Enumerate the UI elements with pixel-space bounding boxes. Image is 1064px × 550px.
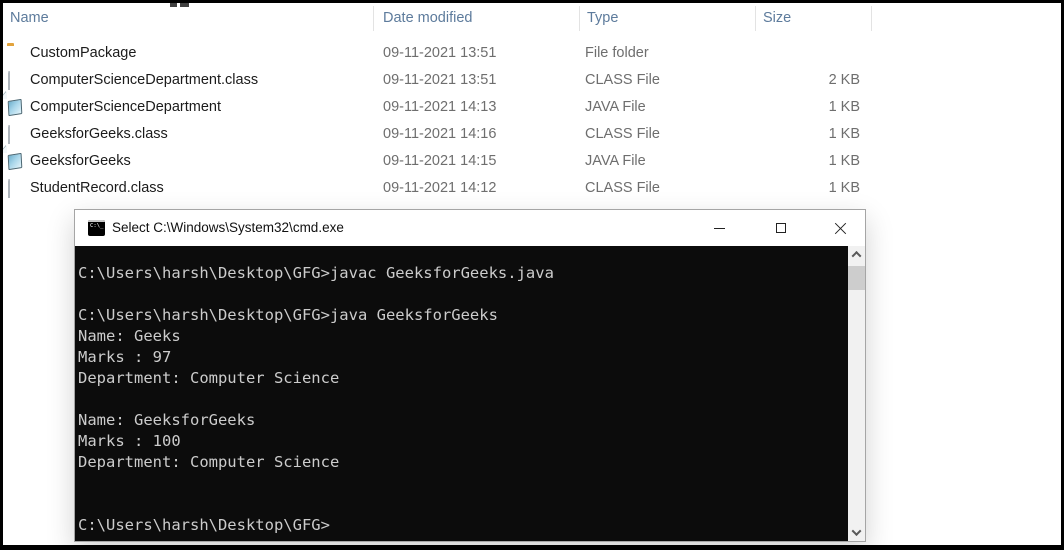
file-date-modified: 09-11-2021 13:51	[383, 45, 497, 61]
explorer-column-headers: Name Date modified Type Size	[3, 3, 1061, 34]
maximize-icon	[776, 223, 786, 233]
terminal-line: Name: GeeksforGeeks	[78, 411, 256, 429]
terminal-line: Marks : 100	[78, 432, 181, 450]
file-size: 1 KB	[828, 126, 860, 142]
file-icon	[7, 71, 25, 90]
file-list: CustomPackage 09-11-2021 13:51 File fold…	[3, 40, 1061, 202]
screenshot-frame: Name Date modified Type Size CustomPacka…	[0, 0, 1064, 550]
file-type: CLASS File	[585, 180, 660, 196]
file-type: File folder	[585, 45, 649, 61]
scrollbar-thumb[interactable]	[848, 266, 865, 290]
file-icon	[7, 125, 25, 144]
cmd-icon: C:\_	[88, 220, 105, 236]
table-row[interactable]: GeeksforGeeks.class 09-11-2021 14:16 CLA…	[3, 121, 1061, 148]
file-size	[738, 40, 860, 67]
chevron-up-icon	[851, 250, 862, 261]
chevron-down-icon	[851, 526, 862, 537]
file-date-modified: 09-11-2021 14:13	[383, 99, 497, 115]
column-header-date-modified[interactable]: Date modified	[383, 3, 472, 34]
column-divider	[871, 6, 872, 31]
file-icon	[7, 179, 25, 198]
maximize-button[interactable]	[758, 210, 804, 246]
file-date-modified: 09-11-2021 14:16	[383, 126, 497, 142]
minimize-button[interactable]	[696, 210, 742, 246]
console-body: C:\Users\harsh\Desktop\GFG>javac Geeksfo…	[75, 246, 865, 541]
scroll-up-button[interactable]	[848, 246, 865, 263]
file-type: JAVA File	[585, 153, 646, 169]
file-type: CLASS File	[585, 72, 660, 88]
file-date-modified: 09-11-2021 14:15	[383, 153, 497, 169]
column-header-type[interactable]: Type	[587, 3, 618, 34]
scroll-down-button[interactable]	[848, 524, 865, 541]
terminal-line: Marks : 97	[78, 348, 172, 366]
terminal-line: Department: Computer Science	[78, 453, 340, 471]
file-name: GeeksforGeeks.class	[30, 126, 168, 142]
file-size: 1 KB	[828, 153, 860, 169]
file-type: JAVA File	[585, 99, 646, 115]
table-row[interactable]: ComputerScienceDepartment 09-11-2021 14:…	[3, 91, 1061, 121]
column-divider	[373, 6, 374, 31]
column-header-size[interactable]: Size	[763, 3, 791, 34]
java-book-icon	[3, 91, 25, 117]
table-row[interactable]: StudentRecord.class 09-11-2021 14:12 CLA…	[3, 175, 1061, 202]
scrollbar[interactable]	[848, 246, 865, 541]
file-size: 2 KB	[828, 72, 860, 88]
file-date-modified: 09-11-2021 13:51	[383, 72, 497, 88]
minimize-icon	[713, 227, 725, 229]
file-type: CLASS File	[585, 126, 660, 142]
column-divider	[755, 6, 756, 31]
folder-icon	[7, 45, 25, 62]
terminal-line: C:\Users\harsh\Desktop\GFG>javac Geeksfo…	[78, 264, 554, 282]
file-name: ComputerScienceDepartment	[30, 99, 222, 115]
file-name: GeeksforGeeks	[30, 153, 131, 169]
console-title-bar[interactable]: C:\_ Select C:\Windows\System32\cmd.exe	[75, 210, 865, 246]
column-header-name[interactable]: Name	[10, 3, 49, 34]
terminal-line: Department: Computer Science	[78, 369, 340, 387]
cmd-window: C:\_ Select C:\Windows\System32\cmd.exe …	[74, 209, 866, 542]
window-title: Select C:\Windows\System32\cmd.exe	[112, 220, 344, 235]
file-size: 1 KB	[828, 99, 860, 115]
file-size: 1 KB	[828, 180, 860, 196]
table-row[interactable]: ComputerScienceDepartment.class 09-11-20…	[3, 67, 1061, 94]
terminal-output[interactable]: C:\Users\harsh\Desktop\GFG>javac Geeksfo…	[75, 246, 848, 541]
file-name: ComputerScienceDepartment.class	[30, 72, 259, 88]
table-row[interactable]: GeeksforGeeks 09-11-2021 14:15 JAVA File…	[3, 145, 1061, 175]
file-date-modified: 09-11-2021 14:12	[383, 180, 497, 196]
terminal-line: Name: Geeks	[78, 327, 181, 345]
close-button[interactable]	[817, 210, 863, 246]
terminal-line: C:\Users\harsh\Desktop\GFG>	[78, 516, 330, 534]
java-book-icon	[3, 145, 25, 171]
file-name: StudentRecord.class	[30, 180, 164, 196]
column-divider	[579, 6, 580, 31]
terminal-line: C:\Users\harsh\Desktop\GFG>java Geeksfor…	[78, 306, 498, 324]
table-row[interactable]: CustomPackage 09-11-2021 13:51 File fold…	[3, 40, 1061, 67]
file-name: CustomPackage	[30, 45, 137, 61]
close-icon	[834, 222, 847, 235]
